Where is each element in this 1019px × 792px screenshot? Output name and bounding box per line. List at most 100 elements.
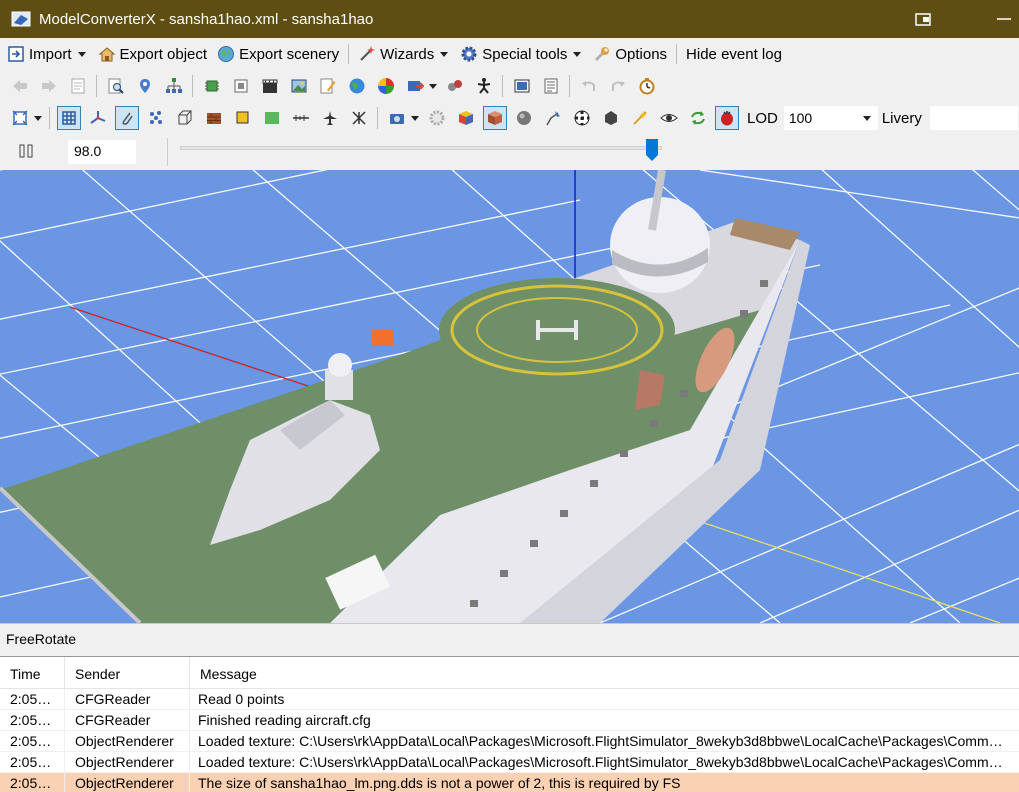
livery-select[interactable] xyxy=(929,106,1018,130)
shaded-cube-button[interactable] xyxy=(482,106,507,130)
location-button[interactable] xyxy=(133,74,157,98)
checker-button[interactable] xyxy=(570,106,594,130)
wizards-dropdown-arrow-icon[interactable] xyxy=(440,51,449,57)
3d-viewport[interactable] xyxy=(0,170,1019,623)
grid-toggle-button[interactable] xyxy=(56,106,81,130)
map-pin-icon xyxy=(139,79,150,93)
log-message-cell: Finished reading aircraft.cfg xyxy=(198,712,371,728)
camera-dropdown-arrow-icon[interactable] xyxy=(411,115,419,121)
title-bar[interactable]: ModelConverterX - sansha1hao.xml - sansh… xyxy=(0,0,1019,38)
lod-select[interactable]: 100 xyxy=(783,106,878,130)
export-object-menu[interactable]: Export object xyxy=(95,41,211,67)
slider-thumb[interactable] xyxy=(645,138,659,162)
column-header-time[interactable]: Time xyxy=(0,657,65,689)
placement-button[interactable] xyxy=(403,74,427,98)
menu-separator xyxy=(348,44,350,64)
special-tools-gear-icon xyxy=(461,46,477,62)
table-row[interactable]: 2:05:2... CFGReader Finished reading aircr… xyxy=(0,710,1019,731)
import-label: Import xyxy=(29,45,72,63)
log-sender-cell: CFGReader xyxy=(65,689,190,709)
special-tools-dropdown-arrow-icon[interactable] xyxy=(573,51,582,57)
rig-button[interactable] xyxy=(472,74,496,98)
redo-button[interactable] xyxy=(606,74,630,98)
material-cube-button[interactable] xyxy=(454,106,478,130)
animation-button[interactable] xyxy=(258,74,282,98)
table-row[interactable]: 2:05:2... ObjectRenderer Loaded texture: C… xyxy=(0,731,1019,752)
export-scenery-menu[interactable]: Export scenery xyxy=(214,41,342,67)
log-message-cell: Read 0 points xyxy=(198,691,285,707)
table-row[interactable]: 2:05:2... CFGReader Read 0 points xyxy=(0,689,1019,710)
lod-dropdown-arrow-icon[interactable] xyxy=(862,115,871,121)
import-dropdown-arrow-icon[interactable] xyxy=(77,51,86,57)
chip-button[interactable] xyxy=(200,74,224,98)
undo-icon xyxy=(581,81,595,91)
color-cube-icon xyxy=(458,111,473,125)
pause-icon[interactable] xyxy=(18,144,34,158)
wizards-menu[interactable]: Wizards xyxy=(355,41,457,67)
fit-view-dropdown-arrow-icon[interactable] xyxy=(34,115,42,121)
axes-button[interactable] xyxy=(86,106,110,130)
lighting-button[interactable] xyxy=(425,106,449,130)
slider-track[interactable] xyxy=(180,146,662,150)
minimize-icon[interactable] xyxy=(994,9,1014,29)
sphere-icon xyxy=(516,111,531,125)
toolbar-separator xyxy=(96,75,97,97)
table-row[interactable]: 2:05:2... ObjectRenderer The size of sansh… xyxy=(0,773,1019,792)
attach-toggle-button[interactable] xyxy=(114,106,139,130)
color-wheel-button[interactable] xyxy=(374,74,398,98)
texture-button[interactable] xyxy=(229,74,253,98)
placement-dropdown-arrow-icon[interactable] xyxy=(429,83,437,89)
undo-button[interactable] xyxy=(577,74,601,98)
wireframe-box-button[interactable] xyxy=(173,106,197,130)
hierarchy-button[interactable] xyxy=(162,74,186,98)
attach-button[interactable] xyxy=(443,74,467,98)
back-button[interactable] xyxy=(8,74,32,98)
magnifier-document-icon xyxy=(108,78,124,94)
table-row[interactable]: 2:05:2... ObjectRenderer Loaded texture: C… xyxy=(0,752,1019,773)
bug-button[interactable] xyxy=(714,106,739,130)
texture-toggle-button[interactable] xyxy=(202,106,226,130)
refresh-button[interactable] xyxy=(686,106,710,130)
globe-button[interactable] xyxy=(345,74,369,98)
slider-value-field[interactable]: 98.0 xyxy=(68,140,136,164)
log-sender-cell: ObjectRenderer xyxy=(65,752,190,772)
import-menu[interactable]: Import xyxy=(4,41,95,67)
timer-button[interactable] xyxy=(635,74,659,98)
log-sender-cell: CFGReader xyxy=(65,710,190,730)
restore-window-icon[interactable] xyxy=(914,9,934,29)
column-header-sender[interactable]: Sender xyxy=(65,657,190,689)
log-sender-cell: ObjectRenderer xyxy=(65,731,190,751)
document-icon xyxy=(71,78,84,94)
character-rig-icon xyxy=(477,78,490,94)
shadow-button[interactable] xyxy=(599,106,623,130)
toolbar-separator xyxy=(502,75,503,97)
sphere-button[interactable] xyxy=(512,106,536,130)
camera-button[interactable] xyxy=(385,106,409,130)
shaded-cube-icon xyxy=(487,111,502,125)
visibility-button[interactable] xyxy=(657,106,681,130)
report-button[interactable] xyxy=(539,74,563,98)
screenshot-button[interactable] xyxy=(510,74,534,98)
skeleton-button[interactable] xyxy=(347,106,371,130)
aircraft-button[interactable] xyxy=(318,106,342,130)
x-axis xyxy=(69,306,321,391)
fit-view-button[interactable] xyxy=(8,106,32,130)
document-button[interactable] xyxy=(66,74,90,98)
lamp-button[interactable] xyxy=(541,106,565,130)
red-bug-icon xyxy=(720,111,733,126)
edit-button[interactable] xyxy=(316,74,340,98)
material-editor-button[interactable] xyxy=(287,74,311,98)
hide-event-log-menu[interactable]: Hide event log xyxy=(683,41,785,67)
options-menu[interactable]: Options xyxy=(590,41,670,67)
event-log[interactable]: Time Sender Message 2:05:2... CFGReader Re… xyxy=(0,656,1019,792)
effects-button[interactable] xyxy=(628,106,652,130)
wizards-label: Wizards xyxy=(380,45,435,63)
ground-toggle-button[interactable] xyxy=(260,106,284,130)
runway-button[interactable] xyxy=(289,106,313,130)
inspect-button[interactable] xyxy=(104,74,128,98)
solid-toggle-button[interactable] xyxy=(231,106,255,130)
special-tools-menu[interactable]: Special tools xyxy=(457,41,590,67)
forward-button[interactable] xyxy=(37,74,61,98)
column-header-message[interactable]: Message xyxy=(190,657,1019,689)
particles-button[interactable] xyxy=(144,106,168,130)
